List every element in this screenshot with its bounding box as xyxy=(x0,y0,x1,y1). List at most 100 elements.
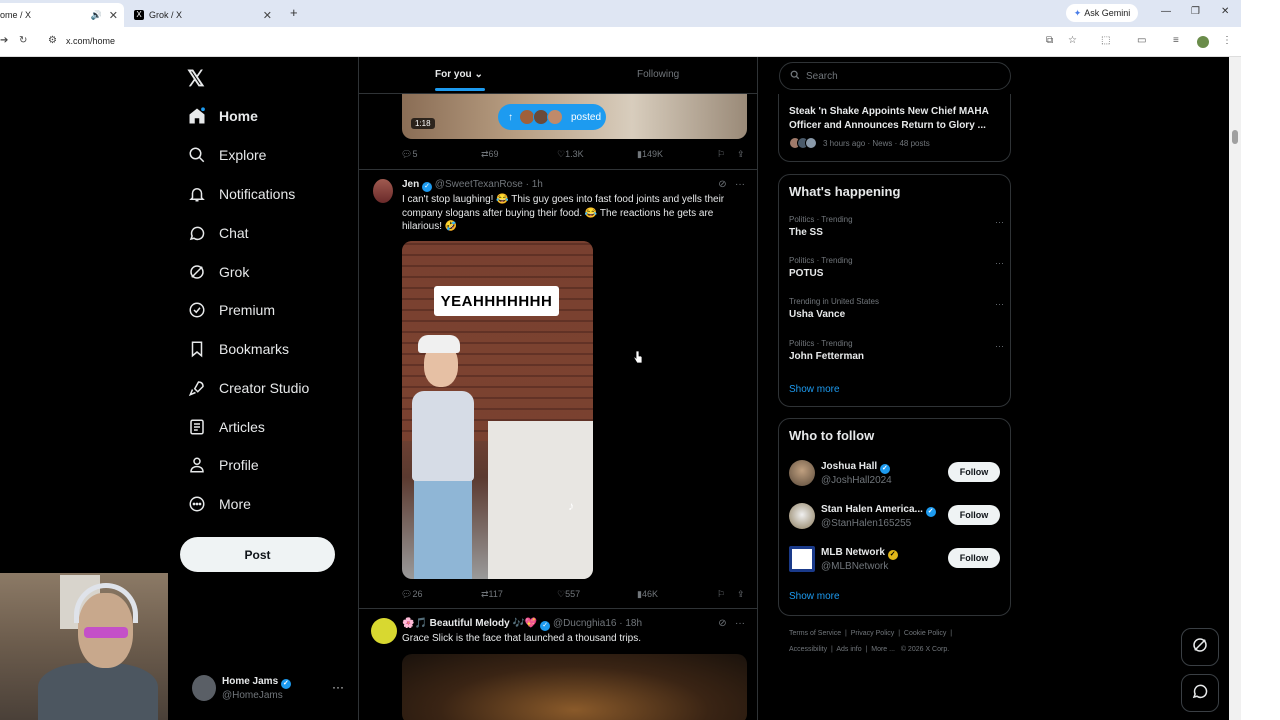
author-name[interactable]: 🌸🎵 Beautiful Melody 🎶💖 xyxy=(402,618,537,629)
like-button[interactable]: ♡ 557 xyxy=(557,589,580,600)
post-media[interactable] xyxy=(402,654,747,720)
home-icon xyxy=(188,107,206,125)
site-info-icon[interactable]: ⚙ xyxy=(48,35,57,46)
more-icon[interactable]: ··· xyxy=(995,341,1004,351)
split-view-icon[interactable]: ▭ xyxy=(1137,35,1146,46)
bookmark-icon[interactable]: ⚐ xyxy=(717,149,725,160)
x-logo-icon[interactable]: 𝕏 xyxy=(187,66,205,92)
forward-icon[interactable]: ➔ xyxy=(0,35,8,46)
like-button[interactable]: ♡ 1.3K xyxy=(557,149,584,160)
nav-home[interactable]: Home xyxy=(188,101,258,131)
more-icon[interactable]: ··· xyxy=(995,217,1004,227)
nav-more[interactable]: More xyxy=(188,489,251,519)
footer-link[interactable]: Ads info xyxy=(836,646,861,653)
search-input[interactable]: Search xyxy=(779,62,1011,90)
close-window-button[interactable]: ✕ xyxy=(1221,6,1229,17)
timeline[interactable]: For you ⌄ Following 1:18 ↑ posted 💬︎ 5 ⇄… xyxy=(358,57,758,720)
nav-creator-studio[interactable]: Creator Studio xyxy=(188,373,309,403)
nav-grok[interactable]: Grok xyxy=(188,257,249,287)
minimize-button[interactable]: — xyxy=(1161,6,1171,17)
views-button[interactable]: ▮ 149K xyxy=(637,149,663,160)
install-icon[interactable]: ⧉ xyxy=(1046,35,1053,46)
footer-link[interactable]: Privacy Policy xyxy=(851,630,895,637)
nav-label: Chat xyxy=(219,225,249,241)
repost-button[interactable]: ⇄ 117 xyxy=(481,589,503,600)
trend-item[interactable]: Politics · Trending The SS ··· xyxy=(789,215,1004,245)
follow-button[interactable]: Follow xyxy=(948,462,1000,482)
profile-avatar[interactable] xyxy=(1197,36,1209,48)
nav-profile[interactable]: Profile xyxy=(188,450,259,480)
account-switcher[interactable]: Home Jams ✓ @HomeJams ··· xyxy=(192,674,352,704)
grok-icon[interactable]: ⊘ xyxy=(718,179,726,190)
reply-button[interactable]: 💬︎ 26 xyxy=(401,589,422,600)
browser-tab-grok[interactable]: X Grok / X ✕ xyxy=(128,3,278,27)
grok-button[interactable] xyxy=(1181,628,1219,666)
nav-explore[interactable]: Explore xyxy=(188,140,266,170)
reload-icon[interactable]: ↻ xyxy=(19,35,27,46)
star-icon[interactable]: ☆ xyxy=(1068,35,1077,46)
more-icon[interactable]: ··· xyxy=(735,179,745,190)
show-more-link[interactable]: Show more xyxy=(789,384,840,395)
avatar[interactable] xyxy=(373,179,393,203)
nav-bookmarks[interactable]: Bookmarks xyxy=(188,334,289,364)
post-time[interactable]: 1h xyxy=(532,179,543,190)
post-time[interactable]: 18h xyxy=(625,618,642,629)
more-icon[interactable]: ··· xyxy=(995,258,1004,268)
speaker-icon[interactable]: 🔊 xyxy=(91,10,102,21)
browser-tab-home[interactable]: ome / X 🔊 ✕ xyxy=(0,3,124,27)
nav-label: Explore xyxy=(219,147,267,163)
menu-icon[interactable]: ⋮ xyxy=(1222,35,1232,46)
views-button[interactable]: ▮ 46K xyxy=(637,589,658,600)
new-posts-pill[interactable]: ↑ posted xyxy=(498,104,606,130)
follow-suggestion[interactable]: Stan Halen America... ✓ @StanHalen165255… xyxy=(789,502,1004,534)
post-video[interactable]: YEAHHHHHHH ♪ xyxy=(402,241,593,579)
post-button[interactable]: Post xyxy=(180,537,335,572)
restore-button[interactable]: ❐ xyxy=(1191,6,1200,17)
nav-chat[interactable]: Chat xyxy=(188,218,249,248)
footer-link[interactable]: Accessibility xyxy=(789,646,827,653)
author-handle[interactable]: @Ducnghia16 xyxy=(553,618,617,629)
footer-link[interactable]: Cookie Policy xyxy=(904,630,946,637)
show-more-link[interactable]: Show more xyxy=(789,591,840,602)
follow-button[interactable]: Follow xyxy=(948,548,1000,568)
tab-following[interactable]: Following xyxy=(637,69,679,80)
extensions-icon[interactable]: ⬚ xyxy=(1101,35,1110,46)
share-icon[interactable]: ⇪ xyxy=(737,589,745,600)
media-icon[interactable]: ≡ xyxy=(1173,35,1179,46)
ask-gemini-button[interactable]: ✦ Ask Gemini xyxy=(1066,4,1138,22)
nav-notifications[interactable]: Notifications xyxy=(188,179,295,209)
scrollbar-thumb[interactable] xyxy=(1232,130,1238,144)
repost-button[interactable]: ⇄ 69 xyxy=(481,149,499,160)
page-scrollbar[interactable] xyxy=(1229,57,1241,720)
more-icon[interactable]: ··· xyxy=(735,618,745,629)
close-icon[interactable]: ✕ xyxy=(109,9,118,22)
webcam-overlay xyxy=(0,573,168,720)
messages-button[interactable] xyxy=(1181,674,1219,712)
more-icon[interactable]: ··· xyxy=(332,680,344,694)
share-icon[interactable]: ⇪ xyxy=(737,149,745,160)
more-icon[interactable]: ··· xyxy=(995,299,1004,309)
news-title[interactable]: Steak 'n Shake Appoints New Chief MAHA O… xyxy=(789,105,1004,132)
trend-item[interactable]: Politics · Trending POTUS ··· xyxy=(789,256,1004,286)
follow-suggestion[interactable]: Joshua Hall ✓ @JoshHall2024 Follow xyxy=(789,459,1004,491)
author-name[interactable]: Jen xyxy=(402,179,419,190)
footer-link[interactable]: Terms of Service xyxy=(789,630,841,637)
trend-item[interactable]: Trending in United States Usha Vance ··· xyxy=(789,297,1004,327)
follow-button[interactable]: Follow xyxy=(948,505,1000,525)
card-title: What's happening xyxy=(789,184,901,199)
reply-button[interactable]: 💬︎ 5 xyxy=(401,149,417,160)
nav-premium[interactable]: Premium xyxy=(188,295,275,325)
url-field[interactable]: x.com/home xyxy=(66,36,115,46)
footer-link[interactable]: More ... xyxy=(871,646,895,653)
follow-suggestion[interactable]: MLB Network ✓ @MLBNetwork Follow xyxy=(789,545,1004,577)
trend-item[interactable]: Politics · Trending John Fetterman ··· xyxy=(789,339,1004,369)
author-handle[interactable]: @SweetTexanRose xyxy=(435,179,523,190)
nav-articles[interactable]: Articles xyxy=(188,412,265,442)
tab-for-you[interactable]: For you ⌄ xyxy=(435,69,483,80)
close-icon[interactable]: ✕ xyxy=(263,9,272,22)
avatar[interactable] xyxy=(371,618,397,644)
news-card[interactable]: Steak 'n Shake Appoints New Chief MAHA O… xyxy=(778,94,1011,162)
grok-icon[interactable]: ⊘ xyxy=(718,618,726,629)
new-tab-button[interactable]: + xyxy=(290,5,298,20)
bookmark-icon[interactable]: ⚐ xyxy=(717,589,725,600)
